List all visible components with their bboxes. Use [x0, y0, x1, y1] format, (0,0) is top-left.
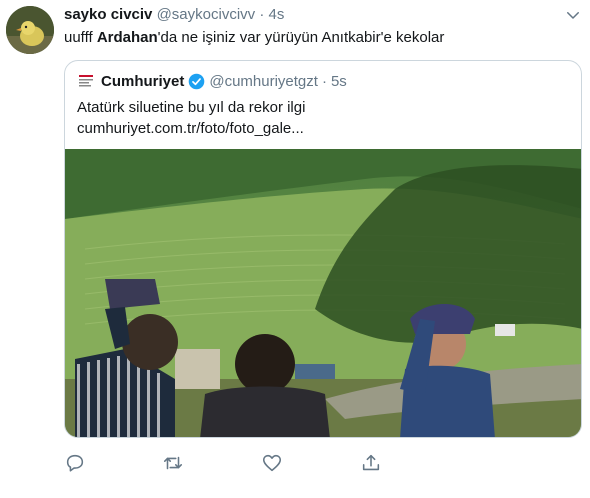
share-icon[interactable]	[360, 452, 382, 474]
quoted-tweet[interactable]: Cumhuriyet @cumhuriyetgzt · 5s Atatürk s…	[64, 60, 582, 438]
heart-icon[interactable]	[261, 452, 283, 474]
newspaper-logo-icon	[77, 72, 95, 90]
tweet-text-prefix: uufff	[64, 29, 97, 46]
verified-badge-icon	[189, 73, 205, 89]
tweet-time[interactable]: 4s	[269, 6, 285, 23]
tweet-actions	[64, 452, 384, 476]
separator: ·	[259, 6, 265, 23]
quoted-tweet-header: Cumhuriyet @cumhuriyetgzt · 5s	[77, 71, 351, 91]
quoted-time[interactable]: 5s	[331, 73, 347, 90]
author-name[interactable]: sayko civciv	[64, 6, 152, 23]
quoted-separator: ·	[321, 72, 327, 90]
avatar[interactable]	[6, 6, 54, 54]
tweet-text-suffix: 'da ne işiniz var yürüyün Anıtkabir'e ke…	[157, 29, 445, 46]
quoted-link[interactable]: cumhuriyet.com.tr/foto/foto_gale...	[77, 118, 305, 139]
tweet[interactable]: sayko civciv @saykocivcivv · 4s uufff Ar…	[0, 0, 590, 498]
tweet-text-hashword: Ardahan	[96, 29, 158, 46]
quoted-author-name[interactable]: Cumhuriyet	[101, 73, 184, 90]
author-handle[interactable]: @saykocivcivv	[157, 6, 256, 23]
quoted-text-line: Atatürk siluetine bu yıl da rekor ilgi	[77, 99, 306, 116]
retweet-icon[interactable]	[162, 452, 184, 474]
quoted-text: Atatürk siluetine bu yıl da rekor ilgi c…	[77, 97, 305, 139]
tweet-header: sayko civciv @saykocivcivv · 4s	[64, 6, 284, 26]
quoted-photo[interactable]	[65, 149, 582, 438]
chevron-down-icon[interactable]	[564, 6, 582, 24]
quoted-author-handle[interactable]: @cumhuriyetgzt	[209, 73, 318, 90]
reply-icon[interactable]	[64, 452, 86, 474]
avatar-image	[6, 6, 54, 54]
tweet-text: uufff Ardahan'da ne işiniz var yürüyün A…	[64, 28, 444, 48]
